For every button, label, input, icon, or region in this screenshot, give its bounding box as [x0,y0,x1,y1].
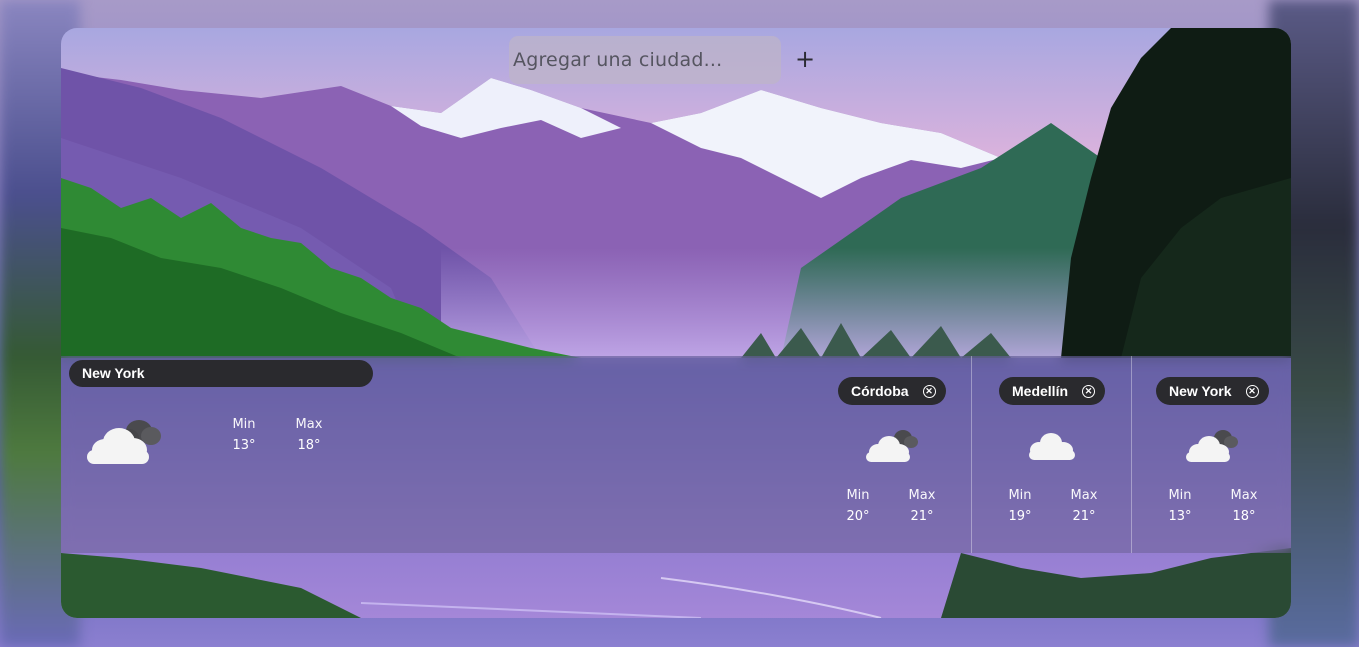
search-box[interactable] [509,36,781,84]
city-min: Min 19° [995,488,1045,524]
min-label: Min [1168,488,1192,503]
current-city-label: New York [69,360,373,387]
city-chip: Medellín ✕ [999,377,1106,405]
cloudy-icon [866,430,918,462]
max-value: 21° [910,509,934,524]
min-label: Min [1008,488,1032,503]
max-label: Max [295,417,323,432]
weather-panel: New York Min 13° Max 18° Córdoba ✕ Min 2… [61,356,1291,553]
city-chip: New York ✕ [1156,377,1269,405]
cloudy-icon [87,420,161,464]
min-value: 20° [846,509,870,524]
max-value: 18° [1232,509,1256,524]
city-max: Max 18° [1219,488,1269,524]
close-icon[interactable]: ✕ [922,384,936,398]
max-value: 18° [297,438,321,453]
min-value: 19° [1008,509,1032,524]
close-icon[interactable]: ✕ [1245,384,1259,398]
city-name: Córdoba [851,383,909,399]
current-max: Max 18° [284,417,334,453]
city-card: Córdoba ✕ Min 20° Max 21° [821,356,971,553]
max-label: Max [1070,488,1098,503]
max-label: Max [908,488,936,503]
city-max: Max 21° [1059,488,1109,524]
city-search-input[interactable] [509,36,781,84]
min-value: 13° [232,438,256,453]
city-min: Min 20° [833,488,883,524]
max-value: 21° [1072,509,1096,524]
city-card: New York ✕ Min 13° Max 18° [1132,356,1291,553]
city-min: Min 13° [1155,488,1205,524]
close-icon[interactable]: ✕ [1082,384,1096,398]
weather-card: + New York Min 13° Max 18° Córdoba ✕ [61,28,1291,618]
cloud-icon [1029,433,1075,460]
min-value: 13° [1168,509,1192,524]
city-chip: Córdoba ✕ [838,377,946,405]
current-min: Min 13° [219,417,269,453]
add-city-button[interactable]: + [791,44,819,74]
city-name: New York [1169,383,1232,399]
max-label: Max [1230,488,1258,503]
city-name: Medellín [1012,383,1069,399]
city-card: Medellín ✕ Min 19° Max 21° [972,356,1131,553]
min-label: Min [846,488,870,503]
cloudy-icon [1186,430,1238,462]
city-max: Max 21° [897,488,947,524]
min-label: Min [232,417,256,432]
